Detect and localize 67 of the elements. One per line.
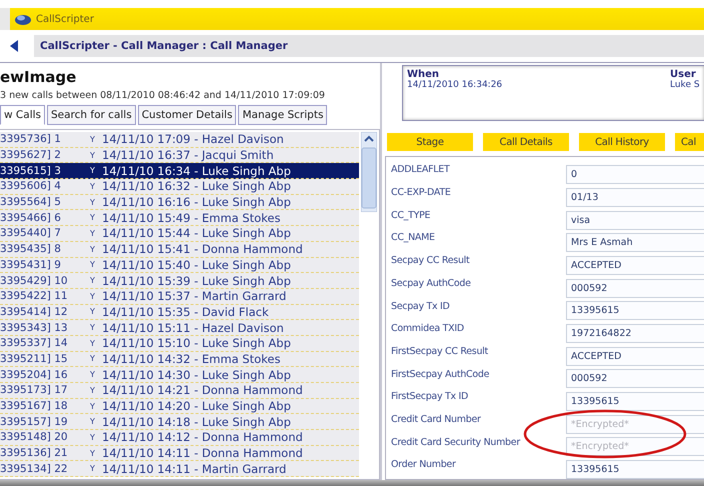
call-row[interactable]: 3395157] 19 Y 14/11/10 14:18 - Luke Singh Abp <box>0 414 359 430</box>
input-field[interactable]: 1972164822 <box>566 324 704 344</box>
view-title: ewImage <box>0 68 78 88</box>
call-row[interactable]: 3395466] 6 Y 14/11/10 15:49 - Emma Stokes <box>0 210 359 226</box>
nav-button[interactable]: Cal <box>675 133 704 152</box>
app-title: CallScripter <box>36 14 94 24</box>
call-row[interactable]: 3395431] 9 Y 14/11/10 15:40 - Luke Singh Abp <box>0 258 359 274</box>
input-field[interactable]: Mrs E Asmah <box>566 233 704 252</box>
input-field[interactable]: 13395615 <box>566 460 704 480</box>
input-field[interactable]: 13395615 <box>566 392 704 412</box>
header-bar: CallScripter - Call Manager : Call Manager <box>34 35 704 57</box>
nav-button[interactable]: Call Details <box>483 133 569 152</box>
field-label: Credit Card Number <box>390 414 482 425</box>
field-label: ADDLEAFLET <box>390 164 451 176</box>
field-label: Secpay CC Result <box>390 255 470 266</box>
when-label: When <box>407 69 440 80</box>
field-label: FirstSecpay Tx ID <box>390 391 470 402</box>
tab[interactable]: Manage Scripts <box>238 105 328 125</box>
input-field[interactable]: 0 <box>566 165 704 184</box>
input-field[interactable]: ACCEPTED <box>566 346 704 366</box>
field-label: CC-EXP-DATE <box>390 187 452 198</box>
call-row[interactable]: 3395173] 17 Y 14/11/10 14:21 - Donna Hammond <box>0 383 359 399</box>
call-row[interactable]: 3395606] 4 Y 14/11/10 16:32 - Luke Singh Abp <box>0 179 359 195</box>
field-label: Secpay Tx ID <box>390 300 451 312</box>
logo-icon <box>14 12 32 26</box>
call-row[interactable]: 3395440] 7 Y 14/11/10 15:44 - Luke Singh Abp <box>0 226 359 242</box>
field-label: Credit Card Security Number <box>390 436 522 448</box>
call-row[interactable]: 3395204] 16 Y 14/11/10 14:30 - Luke Singh Abp <box>0 367 359 383</box>
input-field[interactable]: 13395615 <box>566 301 704 320</box>
field-label: FirstSecpay CC Result <box>390 346 489 357</box>
call-row[interactable]: 3395736] 1 Y 14/11/10 17:09 - Hazel Davison <box>0 132 359 148</box>
call-row[interactable]: 3395414] 12 Y 14/11/10 15:35 - David Flack <box>0 304 359 320</box>
call-row[interactable]: 3395615] 3 Y 14/11/10 16:34 - Luke Singh Abp <box>0 163 359 180</box>
nav-button[interactable]: Stage <box>387 133 473 152</box>
call-row[interactable]: 3395167] 18 Y 14/11/10 14:20 - Luke Singh Abp <box>0 398 359 414</box>
user-label: User <box>670 69 697 80</box>
input-field[interactable]: 000592 <box>566 369 704 388</box>
call-row[interactable]: 3395148] 20 Y 14/11/10 14:12 - Donna Hammond <box>0 430 359 446</box>
field-label: FirstSecpay AuthCode <box>390 368 490 380</box>
summary-text: 3 new calls between 08/11/2010 08:46:42 and 14/11/2010 17:09:09 <box>0 90 326 101</box>
when-value: 14/11/2010 16:34:26 <box>407 80 504 90</box>
back-icon[interactable] <box>10 40 18 52</box>
input-field[interactable]: 01/13 <box>566 188 704 207</box>
call-row[interactable]: 3395627] 2 Y 14/11/10 16:37 - Jacqui Smith <box>0 148 359 164</box>
call-row[interactable]: 3395429] 10 Y 14/11/10 15:39 - Luke Singh Abp <box>0 273 359 289</box>
field-label: CC_NAME <box>390 232 436 244</box>
input-field[interactable]: 000592 <box>566 278 704 298</box>
call-row[interactable]: 3395211] 15 Y 14/11/10 14:32 - Emma Stokes <box>0 352 359 368</box>
field-label: Order Number <box>390 459 457 470</box>
nav-button[interactable]: Call History <box>579 133 665 152</box>
tab[interactable]: w Calls <box>0 105 45 125</box>
tab[interactable]: Search for calls <box>47 105 136 125</box>
call-row[interactable]: 3395564] 5 Y 14/11/10 16:16 - Luke Singh Abp <box>0 194 359 210</box>
input-field[interactable]: visa <box>566 210 704 230</box>
scrollbar[interactable] <box>361 132 377 212</box>
input-field[interactable]: ACCEPTED <box>566 256 704 275</box>
call-row[interactable]: 3395136] 21 Y 14/11/10 14:11 - Donna Hammond <box>0 446 359 462</box>
call-row[interactable]: 3395435] 8 Y 14/11/10 15:41 - Donna Hammond <box>0 242 359 258</box>
field-label: Secpay AuthCode <box>390 278 472 289</box>
call-row[interactable]: 3395134] 22 Y 14/11/10 14:11 - Martin Garrard <box>0 461 359 478</box>
user-value: Luke S <box>670 80 701 90</box>
call-row[interactable]: 3395343] 13 Y 14/11/10 15:11 - Hazel Davison <box>0 320 359 336</box>
call-row[interactable]: 3395422] 11 Y 14/11/10 15:37 - Martin Garrard <box>0 288 359 305</box>
call-row[interactable]: 3395337] 14 Y 14/11/10 15:10 - Luke Singh Abp <box>0 336 359 352</box>
field-label: Commidea TXID <box>390 323 465 334</box>
field-label: CC_TYPE <box>390 210 432 221</box>
tab[interactable]: Customer Details <box>138 105 236 125</box>
